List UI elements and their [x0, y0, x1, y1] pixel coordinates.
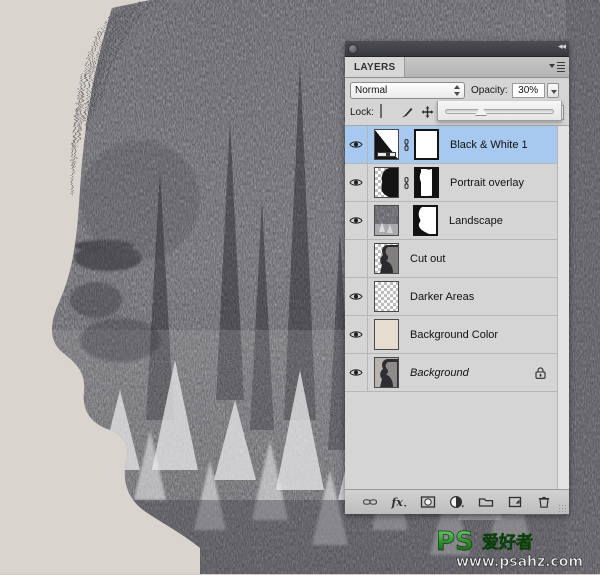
trash-icon[interactable]	[536, 494, 552, 510]
layer-thumbnails[interactable]	[374, 319, 399, 350]
eye-icon	[349, 330, 363, 339]
layer-name[interactable]: Black & White 1	[450, 139, 528, 151]
layer-name[interactable]: Darker Areas	[410, 291, 474, 303]
tab-layers-label: LAYERS	[354, 61, 396, 73]
opacity-value: 30%	[518, 84, 539, 96]
fx-icon[interactable]: fx	[391, 494, 407, 510]
layer-name[interactable]: Cut out	[410, 253, 445, 265]
resize-grip-icon[interactable]	[558, 504, 566, 512]
layer-visibility-toggle[interactable]	[345, 240, 368, 277]
layer-list: Black & White 1 Portrait overlay Landsca…	[345, 125, 569, 490]
layer-row[interactable]: Portrait overlay	[345, 164, 557, 202]
lock-icon	[535, 367, 546, 379]
layer-thumbnails[interactable]	[374, 281, 399, 312]
layer-name[interactable]: Background Color	[410, 329, 498, 341]
move-icon[interactable]	[420, 105, 435, 119]
layer-row[interactable]: Background Color	[345, 316, 557, 354]
tab-layers[interactable]: LAYERS	[345, 57, 406, 77]
opacity-slider-popup[interactable]	[437, 101, 562, 121]
eye-icon	[349, 216, 363, 225]
panel-menu-icon[interactable]	[549, 61, 565, 73]
eye-icon	[349, 140, 363, 149]
layer-row[interactable]: Black & White 1	[345, 126, 557, 164]
layer-rows: Black & White 1 Portrait overlay Landsca…	[345, 126, 557, 392]
folder-icon[interactable]	[478, 494, 494, 510]
blend-mode-value: Normal	[355, 84, 388, 96]
opacity-slider-track[interactable]	[445, 109, 554, 114]
layer-thumbnail-portrait-cutout[interactable]	[374, 243, 399, 274]
link-icon[interactable]	[402, 138, 411, 152]
layer-mask-thumbnail-portrait[interactable]	[414, 167, 439, 198]
half-circle-icon[interactable]	[449, 494, 465, 510]
layer-thumbnail-beige-fill[interactable]	[374, 319, 399, 350]
eye-icon	[349, 178, 363, 187]
layer-mask-thumbnail-head[interactable]	[413, 205, 438, 236]
layer-thumbnail-portrait-silhouette[interactable]	[374, 167, 399, 198]
layer-thumbnail-transparent[interactable]	[374, 281, 399, 312]
layer-thumbnails[interactable]	[374, 357, 399, 388]
mask-icon[interactable]	[420, 494, 436, 510]
layer-row[interactable]: Background	[345, 354, 557, 392]
link-icon[interactable]	[402, 176, 411, 190]
layer-row[interactable]: Cut out	[345, 240, 557, 278]
link-icon[interactable]	[362, 494, 378, 510]
layer-mask-thumbnail-white[interactable]	[414, 129, 439, 160]
layer-visibility-toggle[interactable]	[345, 202, 368, 239]
brush-icon[interactable]	[400, 105, 415, 119]
layer-thumbnail-black-white-adjustment[interactable]	[374, 129, 399, 160]
layers-panel: ◂◂ LAYERS Normal Opacity: 30% Lock: Blac…	[345, 41, 569, 514]
opacity-label: Opacity:	[471, 84, 508, 96]
layer-thumbnail-portrait-photo[interactable]	[374, 357, 399, 388]
layer-thumbnails[interactable]	[374, 129, 439, 160]
opacity-dropdown-arrow[interactable]	[546, 82, 559, 98]
layer-visibility-toggle[interactable]	[345, 278, 368, 315]
layer-thumbnails[interactable]	[374, 205, 438, 236]
layer-visibility-toggle[interactable]	[345, 126, 368, 163]
layer-thumbnail-forest-photo[interactable]	[374, 205, 399, 236]
layer-visibility-toggle[interactable]	[345, 164, 368, 201]
panel-tab-empty	[401, 57, 569, 77]
layer-thumbnails[interactable]	[374, 243, 399, 274]
layer-name[interactable]: Background	[410, 367, 469, 379]
lock-label: Lock:	[350, 106, 374, 118]
new-layer-icon[interactable]	[507, 494, 523, 510]
layers-panel-toolbar: fx	[345, 489, 569, 514]
eye-icon	[349, 368, 363, 377]
layer-list-scrollbar[interactable]	[557, 126, 569, 490]
svg-text:fx: fx	[391, 496, 403, 509]
panel-titlebar[interactable]: ◂◂	[345, 41, 569, 57]
layer-name[interactable]: Landscape	[449, 215, 503, 227]
blend-mode-select[interactable]: Normal	[350, 81, 465, 99]
chevron-updown-icon	[453, 84, 460, 97]
panel-tab-strip: LAYERS	[345, 57, 569, 78]
layer-row[interactable]: Darker Areas	[345, 278, 557, 316]
double-chevron-left-icon[interactable]: ◂◂	[558, 43, 566, 52]
opacity-slider-thumb[interactable]	[475, 105, 487, 115]
panel-close-dot[interactable]	[348, 43, 358, 54]
layer-row[interactable]: Landscape	[345, 202, 557, 240]
checker-icon[interactable]	[379, 104, 395, 119]
layer-visibility-toggle[interactable]	[345, 354, 368, 391]
blend-opacity-row: Normal Opacity: 30%	[345, 78, 569, 121]
layer-visibility-toggle[interactable]	[345, 316, 368, 353]
layer-thumbnails[interactable]	[374, 167, 439, 198]
layer-name[interactable]: Portrait overlay	[450, 177, 524, 189]
opacity-input[interactable]: 30%	[511, 82, 545, 98]
eye-icon	[349, 292, 363, 301]
